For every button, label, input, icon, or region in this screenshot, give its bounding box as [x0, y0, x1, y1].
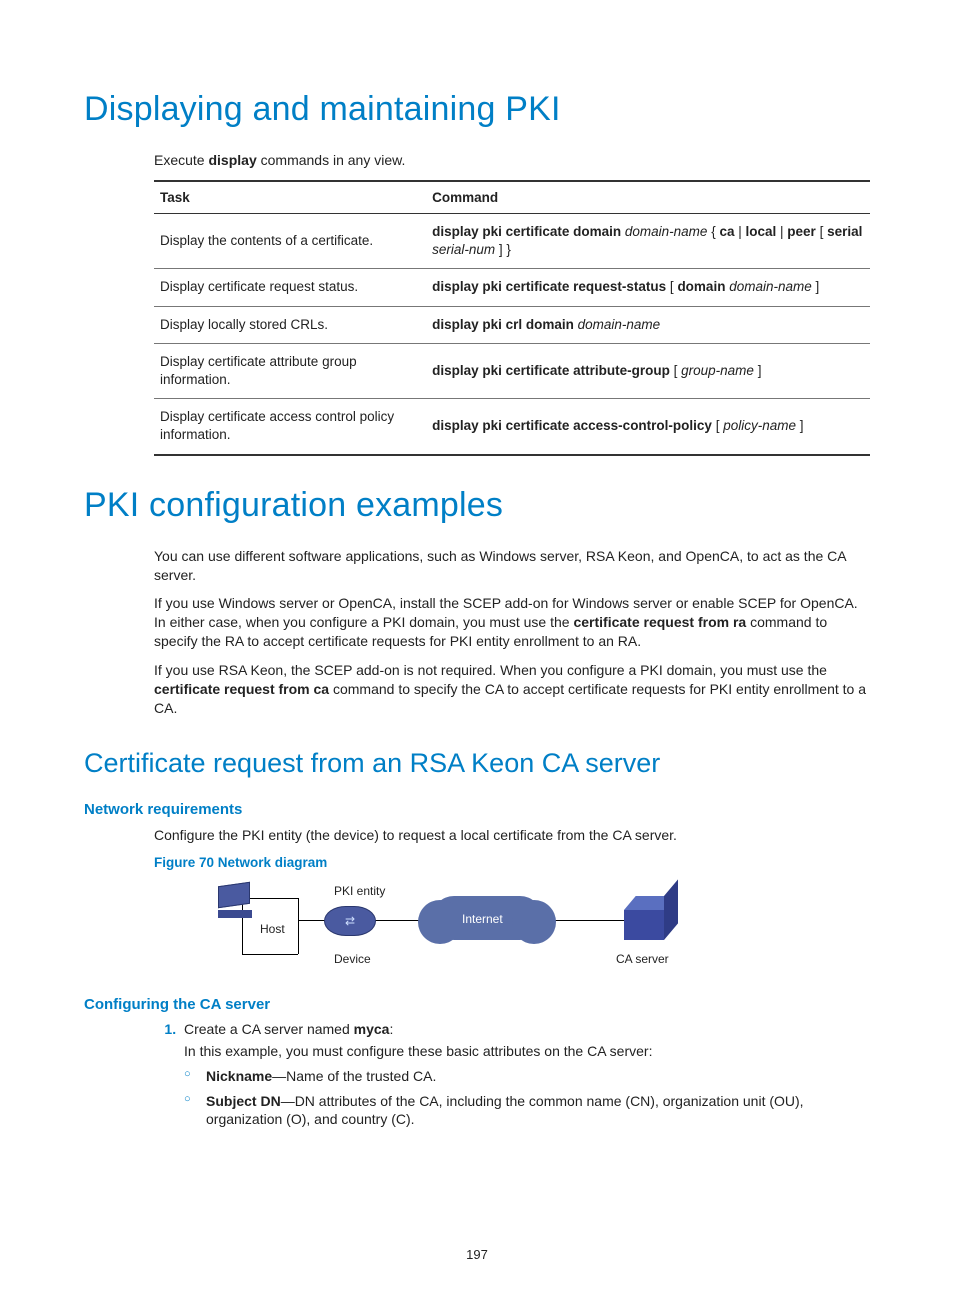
command-cell: display pki crl domain domain-name — [426, 306, 870, 343]
command-cell: display pki certificate access-control-p… — [426, 399, 870, 455]
table-row: Display certificate attribute group info… — [154, 343, 870, 398]
host-icon — [218, 884, 258, 918]
heading-cert-req-rsa: Certificate request from an RSA Keon CA … — [84, 748, 870, 779]
label-internet: Internet — [462, 912, 503, 926]
task-cell: Display certificate attribute group info… — [154, 343, 426, 398]
label-device: Device — [334, 952, 371, 966]
table-row: Display the contents of a certificate.di… — [154, 213, 870, 268]
task-cell: Display the contents of a certificate. — [154, 213, 426, 268]
network-req-text: Configure the PKI entity (the device) to… — [154, 826, 870, 845]
heading-displaying-pki: Displaying and maintaining PKI — [84, 90, 870, 129]
command-cell: display pki certificate request-status [… — [426, 269, 870, 306]
examples-p3: If you use RSA Keon, the SCEP add-on is … — [154, 661, 870, 718]
label-host: Host — [260, 922, 285, 936]
col-command: Command — [426, 181, 870, 214]
col-task: Task — [154, 181, 426, 214]
figure-caption: Figure 70 Network diagram — [154, 855, 870, 870]
examples-p1: You can use different software applicati… — [154, 547, 870, 585]
bullet-nickname: Nickname—Name of the trusted CA. — [184, 1067, 870, 1086]
router-icon: ⇄ — [324, 906, 376, 936]
table-row: Display certificate request status.displ… — [154, 269, 870, 306]
table-row: Display locally stored CRLs.display pki … — [154, 306, 870, 343]
examples-p2: If you use Windows server or OpenCA, ins… — [154, 594, 870, 651]
step-1-bullets: Nickname—Name of the trusted CA. Subject… — [184, 1067, 870, 1130]
task-cell: Display certificate request status. — [154, 269, 426, 306]
intro-paragraph: Execute display commands in any view. — [154, 151, 870, 170]
table-row: Display certificate access control polic… — [154, 399, 870, 455]
bullet-subject-dn: Subject DN—DN attributes of the CA, incl… — [184, 1092, 870, 1130]
steps-list: Create a CA server named myca: — [154, 1021, 870, 1037]
step-1-body: In this example, you must configure thes… — [184, 1043, 870, 1059]
step-1: Create a CA server named myca: — [180, 1021, 870, 1037]
command-cell: display pki certificate attribute-group … — [426, 343, 870, 398]
label-ca-server: CA server — [616, 952, 669, 966]
heading-pki-examples: PKI configuration examples — [84, 486, 870, 525]
command-cell: display pki certificate domain domain-na… — [426, 213, 870, 268]
task-cell: Display locally stored CRLs. — [154, 306, 426, 343]
heading-network-req: Network requirements — [84, 801, 870, 818]
heading-config-ca: Configuring the CA server — [84, 996, 870, 1013]
network-diagram: ⇄ PKI entity Host Device Internet CA ser… — [154, 878, 714, 974]
page-number: 197 — [0, 1247, 954, 1262]
display-commands-table: Task Command Display the contents of a c… — [154, 180, 870, 456]
label-pki-entity: PKI entity — [334, 884, 385, 898]
server-icon — [624, 896, 664, 936]
task-cell: Display certificate access control polic… — [154, 399, 426, 455]
